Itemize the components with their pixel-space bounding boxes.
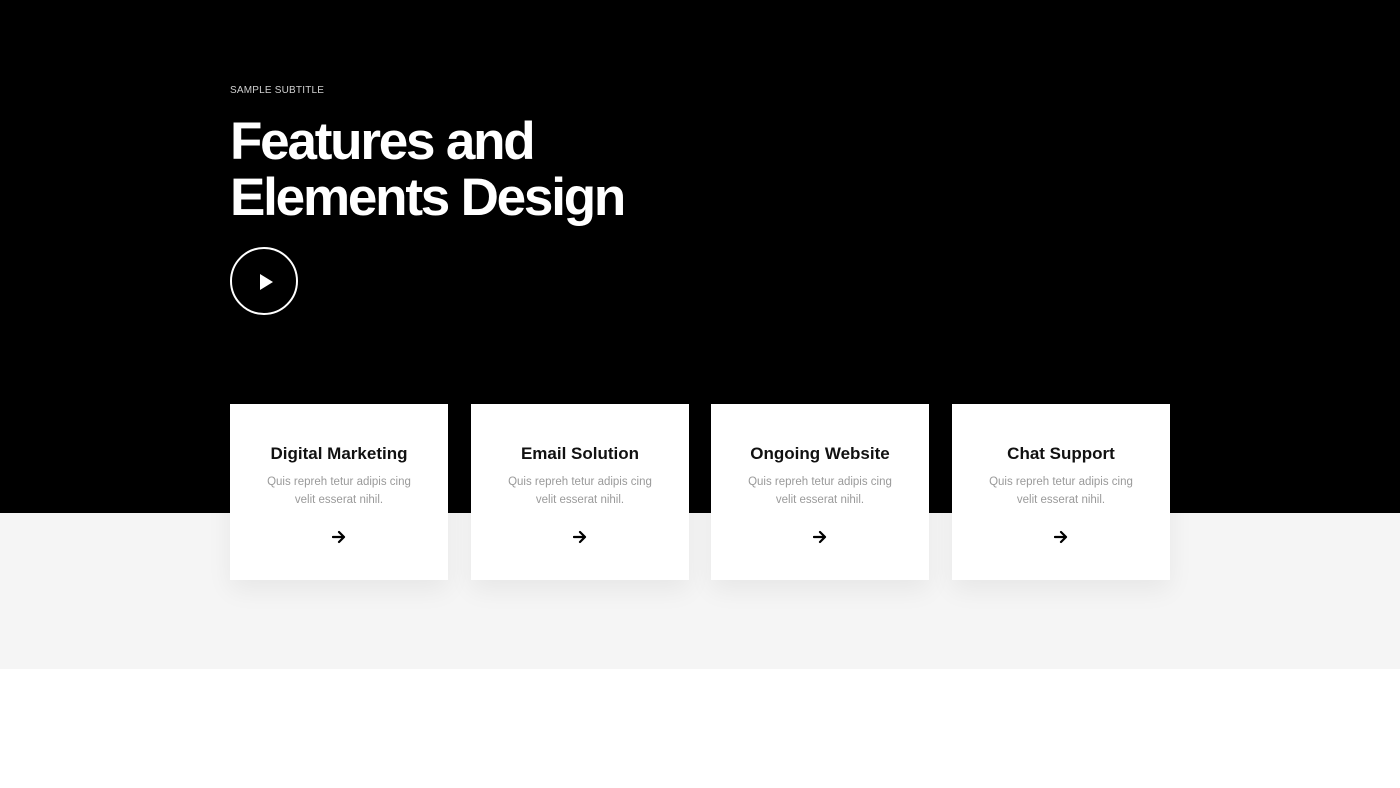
features-background-band <box>0 513 1400 669</box>
feature-card-ongoing-website[interactable]: Ongoing Website Quis repreh tetur adipis… <box>711 404 929 580</box>
feature-card-digital-marketing[interactable]: Digital Marketing Quis repreh tetur adip… <box>230 404 448 580</box>
arrow-right-icon[interactable] <box>813 530 827 544</box>
arrow-right-icon[interactable] <box>332 530 346 544</box>
hero-title: Features and Elements Design <box>230 112 626 227</box>
feature-card-title: Chat Support <box>1007 444 1115 463</box>
feature-card-text: Quis repreh tetur adipis cing velit esse… <box>508 476 652 506</box>
feature-card-title: Digital Marketing <box>270 444 408 463</box>
play-icon <box>260 274 273 290</box>
arrow-right-icon[interactable] <box>1054 530 1068 544</box>
feature-card-text: Quis repreh tetur adipis cing velit esse… <box>989 476 1133 506</box>
page: SAMPLE SUBTITLE Features and Elements De… <box>0 0 1400 788</box>
feature-card-title: Email Solution <box>520 444 640 463</box>
arrow-right-icon[interactable] <box>573 530 587 544</box>
play-video-button[interactable] <box>230 247 298 315</box>
hero-subtitle: SAMPLE SUBTITLE <box>230 85 325 96</box>
feature-card-title: Ongoing Website <box>750 444 890 463</box>
feature-card-text: Quis repreh tetur adipis cing velit esse… <box>748 476 892 506</box>
hero-section <box>0 0 1400 513</box>
feature-card-email-solution[interactable]: Email Solution Quis repreh tetur adipis … <box>471 404 689 580</box>
feature-card-chat-support[interactable]: Chat Support Quis repreh tetur adipis ci… <box>952 404 1170 580</box>
feature-card-text: Quis repreh tetur adipis cing velit esse… <box>267 476 411 506</box>
